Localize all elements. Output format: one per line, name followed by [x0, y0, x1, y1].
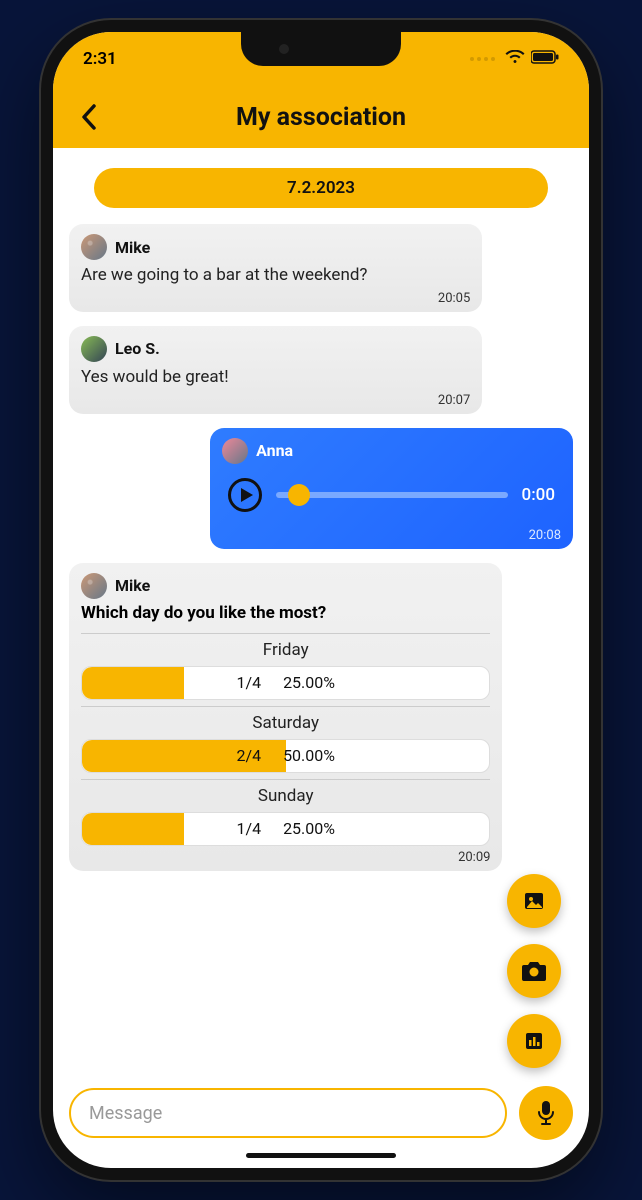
audio-message[interactable]: Anna 0:00 20:08 [210, 428, 573, 549]
audio-track[interactable] [276, 492, 507, 498]
play-button[interactable] [228, 478, 262, 512]
poll-option[interactable]: 2/4 50.00% [81, 739, 490, 773]
chevron-left-icon [81, 104, 97, 130]
poll-option-percent: 25.00% [283, 819, 335, 838]
poll-question: Which day do you like the most? [81, 603, 490, 623]
battery-icon [531, 49, 559, 69]
bar-chart-icon [523, 1030, 545, 1052]
poll-option-percent: 50.00% [283, 746, 335, 765]
avatar [81, 573, 107, 599]
message-time: 20:07 [81, 393, 470, 408]
message-item[interactable]: Mike Are we going to a bar at the weeken… [69, 224, 482, 312]
message-sender: Leo S. [115, 339, 160, 358]
audio-duration: 0:00 [522, 485, 555, 505]
image-icon [522, 889, 546, 913]
camera-button[interactable] [507, 944, 561, 998]
page-title: My association [236, 103, 406, 132]
notch [241, 32, 401, 66]
message-time: 20:08 [222, 528, 561, 543]
avatar [222, 438, 248, 464]
poll-option-label: Saturday [81, 713, 490, 733]
poll-option[interactable]: 1/4 25.00% [81, 812, 490, 846]
poll-option-count: 1/4 [236, 673, 261, 692]
home-indicator[interactable] [246, 1153, 396, 1158]
status-icons [470, 49, 559, 69]
poll-option-percent: 25.00% [283, 673, 335, 692]
message-input[interactable]: Message [69, 1088, 507, 1138]
poll-bar-fill [82, 667, 184, 699]
voice-record-button[interactable] [519, 1086, 573, 1140]
wifi-icon [505, 49, 525, 69]
gallery-button[interactable] [507, 874, 561, 928]
message-time: 20:09 [81, 850, 490, 865]
message-sender: Anna [256, 441, 293, 460]
more-dots-icon [470, 57, 495, 61]
phone-screen: 2:31 My association 7.2.2023 [53, 32, 589, 1168]
message-placeholder: Message [89, 1103, 162, 1124]
poll-option-count: 2/4 [236, 746, 261, 765]
message-time: 20:05 [81, 291, 470, 306]
poll-button[interactable] [507, 1014, 561, 1068]
attachment-actions [507, 874, 561, 1068]
message-text: Are we going to a bar at the weekend? [81, 264, 470, 287]
poll-option[interactable]: 1/4 25.00% [81, 666, 490, 700]
message-text: Yes would be great! [81, 366, 470, 389]
camera-icon [521, 960, 547, 982]
message-sender: Mike [115, 576, 150, 595]
message-sender: Mike [115, 238, 150, 257]
poll-option-label: Sunday [81, 786, 490, 806]
phone-frame: 2:31 My association 7.2.2023 [41, 20, 601, 1180]
date-separator: 7.2.2023 [94, 168, 548, 208]
microphone-icon [536, 1100, 556, 1126]
avatar [81, 336, 107, 362]
poll-option-label: Friday [81, 640, 490, 660]
poll-message[interactable]: Mike Which day do you like the most? Fri… [69, 563, 502, 871]
avatar [81, 234, 107, 260]
back-button[interactable] [73, 101, 105, 133]
audio-thumb[interactable] [288, 484, 310, 506]
message-item[interactable]: Leo S. Yes would be great! 20:07 [69, 326, 482, 414]
title-bar: My association [53, 86, 589, 148]
poll-option-count: 1/4 [236, 819, 261, 838]
status-time: 2:31 [83, 49, 117, 69]
poll-bar-fill [82, 813, 184, 845]
